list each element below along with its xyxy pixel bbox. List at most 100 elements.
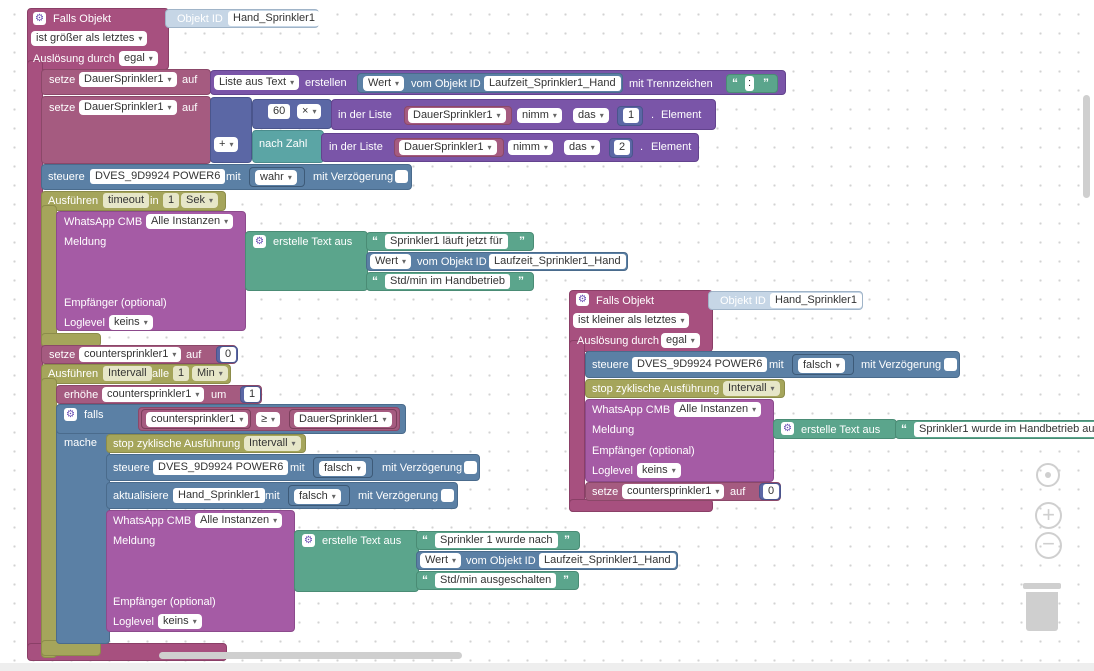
timeout-amount[interactable]: 1 bbox=[163, 193, 180, 208]
text-field[interactable]: Sprinkler 1 wurde nach bbox=[435, 533, 558, 548]
boolean-dropdown[interactable]: falsch ▾ bbox=[798, 358, 845, 373]
whatsapp-block-1[interactable] bbox=[56, 211, 246, 331]
loglevel-dropdown[interactable]: keins ▾ bbox=[637, 463, 681, 478]
instances-dropdown[interactable]: Alle Instanzen ▾ bbox=[195, 513, 283, 528]
index-field[interactable]: 1 bbox=[623, 108, 640, 123]
variable-text: countersprinkler1 bbox=[627, 485, 712, 497]
timeout-mode[interactable]: timeout bbox=[103, 193, 150, 208]
text-field[interactable]: Std/min im Handbetrieb bbox=[385, 274, 510, 289]
delay-checkbox[interactable] bbox=[441, 489, 454, 502]
value-dropdown[interactable]: Wert ▾ bbox=[370, 254, 412, 269]
by-label: um bbox=[211, 389, 227, 401]
vertical-scrollbar[interactable] bbox=[1083, 95, 1090, 198]
boolean-dropdown[interactable]: falsch ▾ bbox=[294, 489, 341, 504]
from-object-id-label: vom Objekt ID bbox=[466, 555, 536, 567]
trigger-label: Auslösung durch bbox=[33, 53, 115, 65]
delay-checkbox[interactable] bbox=[944, 358, 957, 371]
text-field[interactable]: Sprinkler1 wurde im Handbetrieb au bbox=[914, 422, 1094, 437]
value-dropdown[interactable]: Wert ▾ bbox=[363, 76, 405, 91]
variable-dropdown[interactable]: DauerSprinkler1 ▾ bbox=[79, 100, 177, 115]
position-dropdown[interactable]: das ▾ bbox=[573, 108, 609, 123]
condition-dropdown[interactable]: ist größer als letztes ▾ bbox=[31, 31, 148, 46]
number-field[interactable]: 1 bbox=[244, 387, 261, 402]
gear-icon[interactable]: ⚙ bbox=[64, 408, 77, 421]
object-field[interactable]: Laufzeit_Sprinkler1_Hand bbox=[489, 254, 626, 269]
device-field[interactable]: DVES_9D9924 POWER6 bbox=[90, 169, 226, 184]
number-field[interactable]: 0 bbox=[220, 347, 237, 362]
value-dropdown[interactable]: Wert ▾ bbox=[420, 553, 462, 568]
chevron-down-icon: ▾ bbox=[287, 173, 292, 182]
loglevel-dropdown[interactable]: keins ▾ bbox=[158, 614, 202, 629]
object-field[interactable]: Laufzeit_Sprinkler1_Hand bbox=[539, 553, 676, 568]
variable-dropdown[interactable]: DauerSprinkler1 ▾ bbox=[399, 140, 497, 155]
increment-label: erhöhe bbox=[64, 389, 99, 401]
device-field[interactable]: DVES_9D9924 POWER6 bbox=[632, 357, 768, 372]
interval-amount[interactable]: 1 bbox=[173, 366, 190, 381]
zoom-out-icon[interactable]: − bbox=[1035, 532, 1062, 559]
variable-dropdown[interactable]: countersprinkler1 ▾ bbox=[102, 387, 205, 402]
text-field[interactable]: Sprinkler1 läuft jetzt für bbox=[385, 234, 508, 249]
number-field[interactable]: 60 bbox=[268, 104, 291, 119]
variable-dropdown[interactable]: countersprinkler1 ▾ bbox=[146, 412, 249, 427]
unit-dropdown[interactable]: Sek ▾ bbox=[181, 193, 218, 208]
trigger-dropdown[interactable]: egal ▾ bbox=[119, 51, 158, 66]
number-field[interactable]: 0 bbox=[763, 484, 780, 499]
text-field[interactable]: Std/min ausgeschalten bbox=[435, 573, 557, 588]
crosshair-dot bbox=[1045, 472, 1051, 478]
stop-dropdown[interactable]: Intervall ▾ bbox=[723, 381, 780, 396]
trash-icon[interactable] bbox=[1023, 583, 1061, 631]
condition-dropdown[interactable]: ist kleiner als letztes ▾ bbox=[573, 313, 690, 328]
gear-icon[interactable]: ⚙ bbox=[781, 422, 794, 435]
plus-dropdown[interactable]: + ▾ bbox=[214, 137, 239, 152]
variable-dropdown[interactable]: countersprinkler1 ▾ bbox=[622, 484, 725, 499]
boolean-dropdown[interactable]: falsch ▾ bbox=[319, 461, 366, 476]
loglevel-dropdown[interactable]: keins ▾ bbox=[109, 315, 153, 330]
chevron-down-icon: ▾ bbox=[835, 361, 840, 370]
math-add-block[interactable] bbox=[210, 97, 252, 163]
device-field[interactable]: DVES_9D9924 POWER6 bbox=[153, 460, 289, 475]
stop-dropdown[interactable]: Intervall ▾ bbox=[244, 436, 301, 451]
variable-dropdown[interactable]: countersprinkler1 ▾ bbox=[79, 347, 182, 362]
from-object-id-label: vom Objekt ID bbox=[417, 256, 487, 268]
boolean-text: falsch bbox=[324, 462, 353, 474]
scrollbar-track bbox=[0, 663, 1094, 671]
boolean-dropdown[interactable]: wahr ▾ bbox=[255, 170, 297, 185]
unit-dropdown[interactable]: Min ▾ bbox=[192, 366, 228, 381]
chevron-down-icon: ▾ bbox=[143, 318, 148, 327]
variable-dropdown[interactable]: DauerSprinkler1 ▾ bbox=[294, 412, 392, 427]
index-field[interactable]: 2 bbox=[614, 140, 631, 155]
zoom-in-icon[interactable]: + bbox=[1035, 502, 1062, 529]
position-dropdown[interactable]: das ▾ bbox=[564, 140, 600, 155]
instances-dropdown[interactable]: Alle Instanzen ▾ bbox=[146, 214, 234, 229]
crosshair-icon[interactable] bbox=[1036, 463, 1060, 487]
gear-icon[interactable]: ⚙ bbox=[33, 12, 46, 25]
variable-dropdown[interactable]: DauerSprinkler1 ▾ bbox=[79, 72, 177, 87]
trigger-dropdown[interactable]: egal ▾ bbox=[661, 333, 700, 348]
variable-dropdown[interactable]: DauerSprinkler1 ▾ bbox=[408, 108, 506, 123]
object-field[interactable]: Hand_Sprinkler1 bbox=[173, 488, 265, 503]
delay-label: mit Verzögerung bbox=[861, 359, 942, 371]
operator-dropdown[interactable]: × ▾ bbox=[297, 104, 322, 119]
dot-label: . bbox=[651, 109, 655, 121]
separator-field[interactable]: : bbox=[745, 76, 755, 91]
event-spine bbox=[569, 340, 585, 512]
object-id-value[interactable]: Hand_Sprinkler1 bbox=[770, 293, 862, 308]
delay-checkbox[interactable] bbox=[464, 461, 477, 474]
operator-dropdown[interactable]: ≥ ▾ bbox=[256, 412, 281, 427]
list-from-text-dropdown[interactable]: Liste aus Text ▾ bbox=[214, 75, 300, 90]
interval-mode[interactable]: Intervall bbox=[103, 366, 152, 381]
variable-text: DauerSprinkler1 bbox=[404, 141, 484, 153]
chevron-down-icon: ▾ bbox=[552, 111, 557, 120]
horizontal-scrollbar[interactable] bbox=[159, 652, 462, 659]
object-field[interactable]: Laufzeit_Sprinkler1_Hand bbox=[484, 76, 621, 91]
delay-checkbox[interactable] bbox=[395, 170, 408, 183]
gear-icon[interactable]: ⚙ bbox=[576, 293, 589, 306]
whatsapp-block-2[interactable] bbox=[106, 510, 295, 632]
object-id-value[interactable]: Hand_Sprinkler1 bbox=[228, 11, 320, 26]
take-dropdown[interactable]: nimm ▾ bbox=[517, 108, 562, 123]
object-id-label: Objekt ID bbox=[177, 13, 223, 25]
gear-icon[interactable]: ⚙ bbox=[302, 534, 315, 547]
take-dropdown[interactable]: nimm ▾ bbox=[508, 140, 553, 155]
gear-icon[interactable]: ⚙ bbox=[253, 235, 266, 248]
instances-dropdown[interactable]: Alle Instanzen ▾ bbox=[674, 402, 762, 417]
